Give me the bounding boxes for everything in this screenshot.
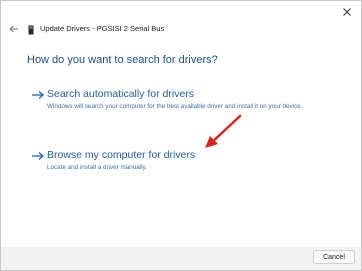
browse-computer-option[interactable]: Browse my computer for drivers Locate an… — [31, 149, 331, 173]
arrow-right-icon — [32, 91, 44, 99]
browse-computer-title[interactable]: Browse my computer for drivers — [47, 149, 195, 161]
close-icon — [343, 8, 351, 16]
title-bar: Update Drivers - PGSISI 2 Serial Bus — [1, 1, 361, 36]
window-title: Update Drivers - PGSISI 2 Serial Bus — [40, 24, 165, 33]
close-button[interactable] — [339, 4, 355, 20]
search-automatically-description: Windows will search your computer for th… — [47, 103, 303, 110]
update-drivers-dialog: Update Drivers - PGSISI 2 Serial Bus How… — [0, 0, 362, 271]
page-heading: How do you want to search for drivers? — [27, 54, 218, 66]
device-icon — [28, 25, 34, 35]
cancel-button[interactable]: Cancel — [313, 250, 355, 264]
dialog-footer — [1, 247, 361, 270]
back-arrow-icon — [9, 25, 18, 33]
browse-computer-description: Locate and install a driver manually. — [47, 164, 147, 171]
search-automatically-option[interactable]: Search automatically for drivers Windows… — [31, 88, 331, 124]
search-automatically-title[interactable]: Search automatically for drivers — [47, 88, 194, 100]
red-arrow-icon — [205, 114, 242, 148]
back-button[interactable] — [7, 22, 21, 36]
arrow-right-icon — [32, 152, 44, 160]
